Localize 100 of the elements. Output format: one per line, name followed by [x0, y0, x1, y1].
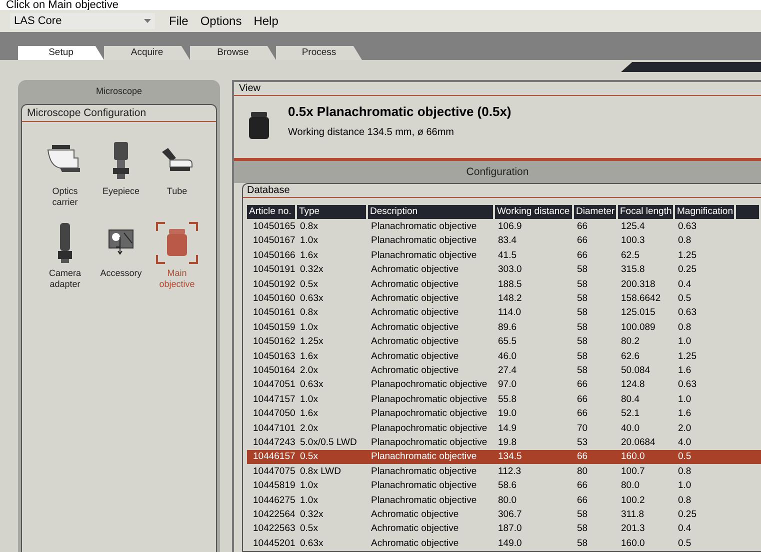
- app-selector[interactable]: LAS Core: [10, 13, 155, 29]
- component-button[interactable]: Eyepiece: [94, 140, 148, 208]
- component-button[interactable]: Main objective: [150, 222, 204, 290]
- column-header[interactable]: Working distance: [495, 205, 572, 220]
- table-cell-text: 1.25: [677, 250, 698, 261]
- table-row[interactable]: 10445819 1.0x Planachromatic objective 58.6 66 80.0 1.0: [247, 478, 761, 493]
- table-cell-text: 311.8: [620, 508, 646, 520]
- tab[interactable]: Acquire: [104, 46, 190, 60]
- table-row[interactable]: 10445201 0.63x Achromatic objective 149.0 58 160.0 0.5: [247, 536, 761, 550]
- table-cell-text: 4.0: [677, 436, 692, 448]
- tab[interactable]: Browse: [190, 46, 276, 60]
- table-cell-text: 66: [576, 235, 589, 246]
- panel-title: View: [234, 82, 761, 96]
- table-cell-text: Achromatic objective: [370, 508, 460, 520]
- table-cell-text: 50.084: [620, 364, 652, 376]
- table-cell-text: 10450163: [252, 350, 296, 362]
- table-cell-text: 0.5x: [299, 278, 319, 290]
- table-cell-text: 1.0x: [299, 394, 319, 405]
- table-row[interactable]: 10450164 2.0x Achromatic objective 27.4 58 50.084 1.6: [247, 363, 761, 378]
- table-row[interactable]: 10447157 1.0x Planapochromatic objective 55.8 66 80.4 1.0: [247, 392, 761, 406]
- table-cell-text: 1.25x: [299, 336, 324, 348]
- table-cell-text: 53: [576, 436, 589, 448]
- table-row[interactable]: 10450165 0.8x Planachromatic objective 106.9 66 125.4 0.63: [247, 219, 761, 234]
- table-row[interactable]: 10450163 1.6x Achromatic objective 46.0 58 62.6 1.25: [247, 348, 761, 364]
- table-cell-text: 1.6: [677, 408, 692, 420]
- table-row[interactable]: 10450162 1.25x Achromatic objective 65.5 58 80.2 1.0: [247, 334, 761, 349]
- table-cell-text: 19.8: [497, 436, 518, 448]
- table-cell-text: 124.8: [620, 379, 646, 390]
- accessory-icon: [108, 229, 134, 257]
- table-cell-text: Planachromatic objective: [370, 494, 478, 506]
- tab[interactable]: Setup: [18, 46, 104, 60]
- table-row[interactable]: 10450160 0.63x Achromatic objective 148.2 58 158.6642 0.5: [247, 291, 761, 306]
- table-cell-text: 58: [576, 278, 589, 290]
- column-header[interactable]: Type: [297, 205, 366, 220]
- table-cell-text: 2.0: [677, 422, 692, 434]
- component-button[interactable]: Camera adapter: [38, 222, 92, 290]
- eyepiece-icon: [111, 142, 131, 180]
- menu-item[interactable]: Help: [254, 14, 278, 28]
- table-cell-text: 66: [576, 451, 589, 462]
- table-cell-text: Achromatic objective: [370, 293, 460, 304]
- table-cell-text: 80.2: [620, 336, 640, 348]
- table-row[interactable]: 10447243 5.0x/0.5 LWD Planapochromatic objective 19.8 53 20.0684 4.0: [247, 435, 761, 450]
- menu-item[interactable]: Options: [200, 14, 242, 28]
- column-header[interactable]: Focal length: [618, 205, 673, 220]
- table-cell-text: 303.0: [497, 264, 523, 276]
- table-cell-text: 306.7: [497, 508, 523, 520]
- table-row[interactable]: 10447101 2.0x Planapochromatic objective 14.9 70 40.0 2.0: [247, 420, 761, 436]
- table-row[interactable]: 10450192 0.5x Achromatic objective 188.5 58 200.318 0.4: [247, 276, 761, 292]
- table-cell-text: 62.6: [620, 350, 640, 362]
- table-cell-text: Planapochromatic objective: [370, 436, 488, 448]
- table-cell-text: Planachromatic objective: [370, 451, 478, 462]
- table-cell-text: 62.5: [620, 250, 640, 261]
- camera-adapter-icon: [57, 223, 73, 263]
- tab[interactable]: Process: [276, 46, 362, 60]
- table-cell-text: 10422563: [252, 523, 296, 534]
- component-button[interactable]: Optics carrier: [38, 140, 92, 208]
- table-cell-text: 1.25: [677, 350, 698, 362]
- table-cell-text: 10447050: [252, 408, 296, 420]
- component-button[interactable]: Tube: [150, 140, 204, 208]
- table-cell-text: 0.5x: [299, 451, 319, 462]
- table-cell-text: Achromatic objective: [370, 336, 460, 348]
- menu-item[interactable]: File: [169, 14, 188, 28]
- table-cell-text: 80: [576, 466, 589, 477]
- table-cell-text: Planachromatic objective: [370, 250, 478, 261]
- table-cell-text: 14.9: [497, 422, 518, 434]
- table-cell-text: 1.6x: [299, 350, 319, 362]
- component-button[interactable]: Accessory: [94, 222, 148, 290]
- table-row[interactable]: 10450159 1.0x Achromatic objective 89.6 58 100.089 0.8: [247, 320, 761, 335]
- table-cell-text: 2.0x: [299, 422, 319, 434]
- table-row[interactable]: 10447050 1.6x Planapochromatic objective 19.0 66 52.1 1.6: [247, 406, 761, 421]
- panel-title: Microscope: [94, 85, 143, 98]
- table-cell-text: 70: [576, 422, 589, 434]
- column-header[interactable]: Article no.: [247, 205, 295, 220]
- table-row[interactable]: 10446157 0.5x Planachromatic objective 134.5 66 160.0 0.5: [247, 450, 761, 464]
- column-header[interactable]: Magnification: [675, 205, 734, 220]
- table-row[interactable]: 10450191 0.32x Achromatic objective 303.0 58 315.8 0.25: [247, 262, 761, 277]
- table-cell-text: 1.6x: [299, 250, 319, 261]
- table-cell-text: 1.0: [677, 394, 692, 405]
- table-row[interactable]: 10422564 0.32x Achromatic objective 306.7 58 311.8 0.25: [247, 507, 761, 522]
- table-row[interactable]: 10422563 0.5x Achromatic objective 187.0 58 201.3 0.4: [247, 522, 761, 536]
- table-row[interactable]: 10450161 0.8x Achromatic objective 114.0 58 125.015 0.63: [247, 306, 761, 320]
- table-cell-text: 58: [576, 264, 589, 276]
- table-cell-text: 10450164: [252, 364, 296, 376]
- table-row[interactable]: 10447051 0.63x Planapochromatic objective 97.0 66 124.8 0.63: [247, 378, 761, 392]
- table-cell-text: 58: [576, 538, 589, 549]
- table-row[interactable]: 10446275 1.0x Planachromatic objective 80.0 66 100.2 0.8: [247, 492, 761, 508]
- column-header[interactable]: Diameter: [574, 205, 616, 220]
- table-cell-text: 0.4: [677, 523, 692, 534]
- table-cell-text: 1.0: [677, 336, 692, 348]
- table-row[interactable]: 10447075 0.8x LWD Planachromatic objective 112.3 80 100.7 0.8: [247, 464, 761, 478]
- objective-icon: [166, 229, 188, 257]
- table-row[interactable]: 10450166 1.6x Planachromatic objective 41.5 66 62.5 1.25: [247, 248, 761, 263]
- table-cell-text: 10450165: [252, 221, 296, 232]
- table-cell-text: 0.63x: [299, 538, 324, 549]
- table-cell-text: Achromatic objective: [370, 264, 460, 276]
- group-title: Microscope Configuration: [22, 105, 216, 122]
- table-cell-text: 5.0x/0.5 LWD: [299, 436, 358, 448]
- column-header[interactable]: Description: [368, 205, 493, 220]
- table-cell-text: 148.2: [497, 293, 523, 304]
- table-row[interactable]: 10450167 1.0x Planachromatic objective 83.4 66 100.3 0.8: [247, 234, 761, 248]
